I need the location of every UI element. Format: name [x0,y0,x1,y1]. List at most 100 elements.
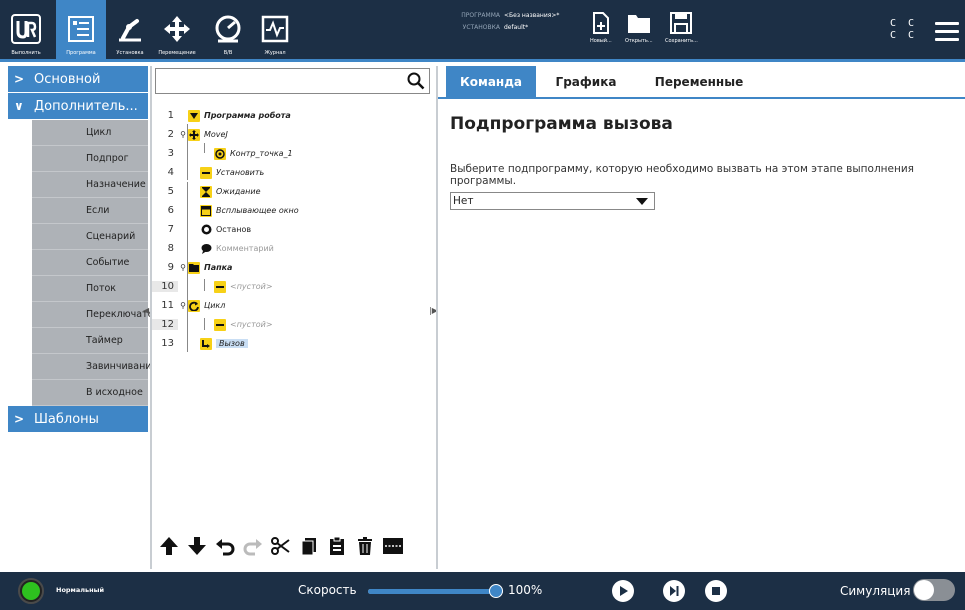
step-button[interactable] [663,580,685,602]
nav-log-button[interactable]: Журнал [254,0,296,59]
chevron-down-icon: ∨ [14,99,24,113]
sidebar-advanced-label: Дополнитель... [34,98,138,114]
delete-button[interactable] [354,535,376,557]
stop-button[interactable] [705,580,727,602]
nav-installation-button[interactable]: Установка [108,0,152,59]
loop-icon [188,299,200,312]
play-button[interactable] [612,580,634,602]
tab-variables[interactable]: Переменные [634,66,764,97]
cut-button[interactable] [270,535,292,557]
sidebar-item-script[interactable]: Сценарий [32,224,148,250]
sidebar-item-screwing[interactable]: Завинчивание [32,354,157,380]
ur-logo-icon [11,14,41,44]
robot-status-text: Нормальный [56,586,105,594]
tree-row[interactable]: 12 <пустой> [152,315,433,334]
sidebar-item-loop[interactable]: Цикл [32,120,148,146]
pin-icon: ⚲ [180,263,186,272]
tree-node-label: MoveJ [204,130,228,139]
robot-status-button[interactable] [18,578,44,604]
new-program-button[interactable]: Новый... [590,12,612,44]
call-subprogram-icon [200,337,212,350]
status-indicator-text: C C C C [890,18,917,42]
nav-move-button[interactable]: Перемещение [154,0,200,59]
save-program-label: Сохранить... [665,38,698,44]
page-title: Подпрограмма вызова [450,114,673,134]
search-icon[interactable] [407,72,425,90]
hamburger-menu-icon[interactable] [935,22,959,41]
simulation-toggle[interactable] [913,579,955,601]
top-accent-line [0,59,965,62]
installation-key: УСТАНОВКА [462,24,500,31]
empty-node-icon [214,280,226,293]
waypoint-icon [214,147,226,160]
line-number: 8 [167,243,174,254]
nav-run-label: Выполнить [11,50,41,56]
sidebar-item-assignment[interactable]: Назначение [32,172,148,198]
tree-row[interactable]: 5 Ожидание [152,182,433,201]
tab-graphics[interactable]: Графика [546,66,626,97]
nav-run-button[interactable]: Выполнить [0,0,52,59]
sidebar-item-event[interactable]: Событие [32,250,148,276]
sidebar-item-thread[interactable]: Поток [32,276,148,302]
line-number: 4 [167,167,174,178]
tree-row[interactable]: 11 ⚲ Цикл [152,296,433,315]
stop-icon [712,587,720,595]
status-led-icon [22,582,40,600]
speed-slider-knob[interactable] [489,584,503,598]
robot-arm-icon [115,14,145,44]
open-program-button[interactable]: Открыть... [625,12,653,44]
tree-row[interactable]: 1 Программа робота [152,106,433,125]
sidebar-templates-header[interactable]: > Шаблоны [8,406,148,432]
program-tree-icon [66,14,96,44]
arrow-up-icon [160,537,178,555]
tree-node-label: Установить [216,168,265,177]
sidebar-item-home[interactable]: В исходное [32,380,148,406]
tree-row[interactable]: 13 Вызов [152,334,433,353]
status-line-2: C C [890,30,918,41]
copy-button[interactable] [298,535,320,557]
tree-row[interactable]: 2 ⚲ MoveJ [152,125,433,144]
hourglass-icon [200,185,212,198]
line-number: 12 [152,319,178,330]
suppress-button[interactable] [382,535,404,557]
tree-row[interactable]: 8 Комментарий [152,239,433,258]
sidebar-item-switch[interactable]: Переключатель [32,302,165,328]
sidebar-item-timer[interactable]: Таймер [32,328,148,354]
tree-row[interactable]: 4 Установить [152,163,433,182]
tab-command[interactable]: Команда [446,66,536,97]
tree-row[interactable]: 9 ⚲ Папка [152,258,433,277]
paste-button[interactable] [326,535,348,557]
speed-slider[interactable] [368,584,503,598]
tree-row[interactable]: 3 Контр_точка_1 [152,144,433,163]
sidebar-advanced-header[interactable]: ∨ Дополнитель... [8,93,148,119]
tree-node-label: Ожидание [216,187,261,196]
move-arrows-icon [162,14,192,44]
sidebar-item-if[interactable]: Если [32,198,148,224]
tree-row[interactable]: 6 Всплывающее окно [152,201,433,220]
move-down-button[interactable] [186,535,208,557]
tree-search-input[interactable] [155,68,430,94]
sidebar-basic-header[interactable]: > Основной [8,66,148,92]
program-info: ПРОГРАММА <Без названия>* УСТАНОВКА defaul… [450,10,559,34]
popup-icon [200,204,212,217]
subprogram-select[interactable]: Нет [450,192,655,210]
redo-button[interactable] [242,535,264,557]
comment-icon [200,243,212,255]
tree-node-label: Всплывающее окно [216,206,299,215]
nav-program-button[interactable]: Программа [56,0,106,59]
tree-row[interactable]: 10 <пустой> [152,277,433,296]
tree-node-label: Контр_точка_1 [230,149,293,158]
toggle-knob [914,580,934,600]
undo-button[interactable] [214,535,236,557]
line-number: 11 [161,300,174,311]
move-up-button[interactable] [158,535,180,557]
save-program-button[interactable]: Сохранить... [665,12,698,44]
line-number: 10 [152,281,178,292]
set-icon [200,166,212,179]
instruction-text: Выберите подпрограмму, которую необходим… [450,163,914,187]
nav-io-button[interactable]: В/В [208,0,248,59]
command-tabs: Команда Графика Переменные [438,66,965,99]
tree-row[interactable]: 7 Останов [152,220,433,239]
sidebar-item-subprogram[interactable]: Подпрог [32,146,148,172]
tree-node-label: Цикл [204,301,226,310]
